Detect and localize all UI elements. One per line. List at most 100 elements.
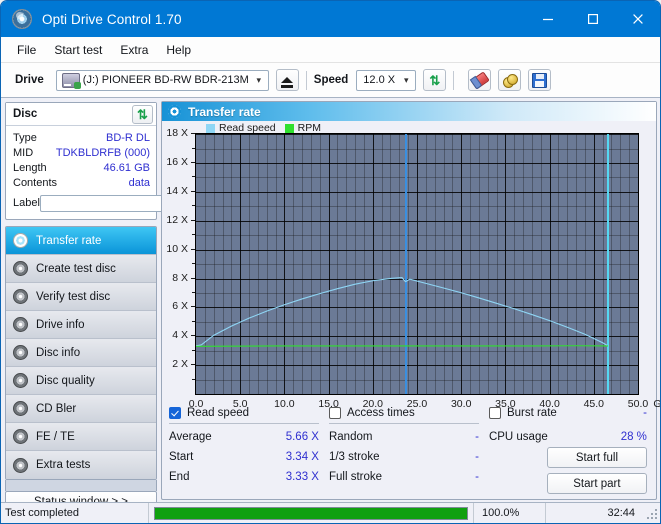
row-full-stroke: Full stroke - — [329, 467, 479, 487]
row-key: 1/3 stroke — [329, 451, 475, 463]
menu-item-file[interactable]: File — [8, 40, 45, 60]
read-speed-header: Read speed — [169, 404, 319, 421]
sidebar-item-label: Drive info — [36, 319, 85, 331]
disc-label-key: Label — [13, 197, 40, 209]
sidebar-item-disc-info[interactable]: Disc info — [6, 339, 156, 367]
row-key: End — [169, 471, 286, 483]
row-value: 28 % — [621, 431, 647, 443]
close-button[interactable] — [615, 1, 660, 37]
sidebar-item-drive-info[interactable]: Drive info — [6, 311, 156, 339]
transfer-rate-card: Transfer rate Read speed RPM 2 X4 X6 X8 … — [161, 101, 657, 500]
sidebar-item-label: Extra tests — [36, 459, 90, 471]
divider — [489, 423, 647, 424]
y-tick-label: 6 X — [172, 300, 188, 312]
app-window: Opti Drive Control 1.70 File Start test … — [0, 0, 661, 524]
app-disc-icon — [12, 9, 32, 29]
sidebar-item-label: Disc info — [36, 347, 80, 359]
divider — [169, 423, 319, 424]
y-tick-label: 10 X — [166, 243, 188, 255]
row-value: 3.33 X — [286, 471, 319, 483]
row-end: End 3.33 X — [169, 467, 319, 487]
sidebar-item-cd-bler[interactable]: CD Bler — [6, 395, 156, 423]
row-start: Start 3.34 X — [169, 447, 319, 467]
row-key: Random — [329, 431, 475, 443]
sidebar-item-label: Transfer rate — [36, 235, 101, 247]
plot-area[interactable] — [195, 133, 639, 395]
sidebar-item-transfer-rate[interactable]: Transfer rate — [6, 227, 156, 255]
read-speed-checkbox[interactable] — [169, 407, 181, 419]
drive-icon — [62, 73, 80, 88]
refresh-icon: ⇅ — [429, 74, 440, 87]
menu-item-help[interactable]: Help — [157, 40, 200, 60]
drive-toolbar: Drive (J:) PIONEER BD-RW BDR-213M 1.03 ▾… — [1, 63, 660, 98]
sidebar-item-fe-te[interactable]: FE / TE — [6, 423, 156, 451]
disc-row-key: MID — [13, 147, 33, 159]
sidebar-item-label: FE / TE — [36, 431, 75, 443]
maximize-button[interactable] — [570, 1, 615, 37]
disc-panel-header: Disc ⇅ — [6, 103, 156, 126]
row-key: CPU usage — [489, 431, 621, 443]
access-times-checkbox[interactable] — [329, 407, 341, 419]
progress-cell — [149, 503, 473, 523]
toolbar-divider-1 — [306, 71, 307, 90]
menu-item-start-test[interactable]: Start test — [45, 40, 111, 60]
disc-row-key: Length — [13, 162, 47, 174]
burst-rate-label: Burst rate — [507, 407, 643, 419]
y-tick-label: 16 X — [166, 156, 188, 168]
row-key: Average — [169, 431, 286, 443]
save-button[interactable] — [528, 69, 551, 91]
disc-row-length: Length 46.61 GB — [13, 160, 150, 175]
disc-row-value: 46.61 GB — [47, 162, 150, 174]
y-tick-label: 14 X — [166, 185, 188, 197]
sidebar-item-verify-test-disc[interactable]: Verify test disc — [6, 283, 156, 311]
title-bar: Opti Drive Control 1.70 — [1, 1, 660, 37]
disc-info-rows: Type BD-R DL MID TDKBLDRFB (000) Length … — [6, 126, 156, 219]
sidebar-spacer — [5, 480, 157, 491]
row-third-stroke: 1/3 stroke - — [329, 447, 479, 467]
disc-icon — [13, 429, 28, 444]
sidebar-item-extra-tests[interactable]: Extra tests — [6, 451, 156, 479]
access-times-header: Access times — [329, 404, 479, 421]
progress-bar — [154, 507, 468, 520]
main-body: Disc ⇅ Type BD-R DL MID TDKBLDRFB (000) — [1, 98, 660, 502]
disc-icon — [13, 289, 28, 304]
eraser-icon — [470, 71, 489, 89]
start-part-button[interactable]: Start part — [547, 473, 647, 494]
sidebar-item-disc-quality[interactable]: Disc quality — [6, 367, 156, 395]
sidebar-item-create-test-disc[interactable]: Create test disc — [6, 255, 156, 283]
row-key: Full stroke — [329, 471, 475, 483]
tools-button[interactable] — [498, 69, 521, 91]
refresh-button[interactable]: ⇅ — [423, 69, 446, 91]
drive-label: Drive — [15, 74, 44, 86]
read-speed-label: Read speed — [187, 407, 319, 419]
legend-swatch-read-speed — [206, 124, 215, 133]
minimize-button[interactable] — [525, 1, 570, 37]
sidebar-item-label: Verify test disc — [36, 291, 110, 303]
chevron-down-icon: ▾ — [399, 75, 413, 86]
results-panel: Read speed Average 5.66 X Start 3.34 X — [162, 398, 656, 499]
y-tick-label: 4 X — [172, 329, 188, 341]
row-random: Random - — [329, 427, 479, 447]
row-value: - — [475, 471, 479, 483]
disc-icon — [13, 458, 28, 473]
speed-select[interactable]: 12.0 X ▾ — [356, 70, 416, 91]
series-layer — [196, 134, 638, 394]
menu-item-extra[interactable]: Extra — [111, 40, 157, 60]
resize-grip-icon[interactable] — [645, 507, 657, 519]
row-value: 5.66 X — [286, 431, 319, 443]
elapsed-time: 32:44 — [545, 503, 645, 523]
chart-header: Transfer rate — [162, 102, 656, 121]
burst-rate-checkbox[interactable] — [489, 407, 501, 419]
speed-select-value: 12.0 X — [360, 74, 399, 86]
sidebar-item-label: Create test disc — [36, 263, 116, 275]
drive-select[interactable]: (J:) PIONEER BD-RW BDR-213M 1.03 ▾ — [56, 70, 269, 91]
x-axis-unit-label: GB — [653, 398, 661, 410]
window-controls — [525, 1, 660, 37]
burst-rate-header: Burst rate - — [489, 404, 647, 421]
disc-refresh-button[interactable]: ⇅ — [132, 105, 153, 124]
y-tick-label: 18 X — [166, 127, 188, 139]
y-tick-label: 12 X — [166, 214, 188, 226]
erase-button[interactable] — [468, 69, 491, 91]
start-full-button[interactable]: Start full — [547, 447, 647, 468]
eject-button[interactable] — [276, 69, 299, 91]
